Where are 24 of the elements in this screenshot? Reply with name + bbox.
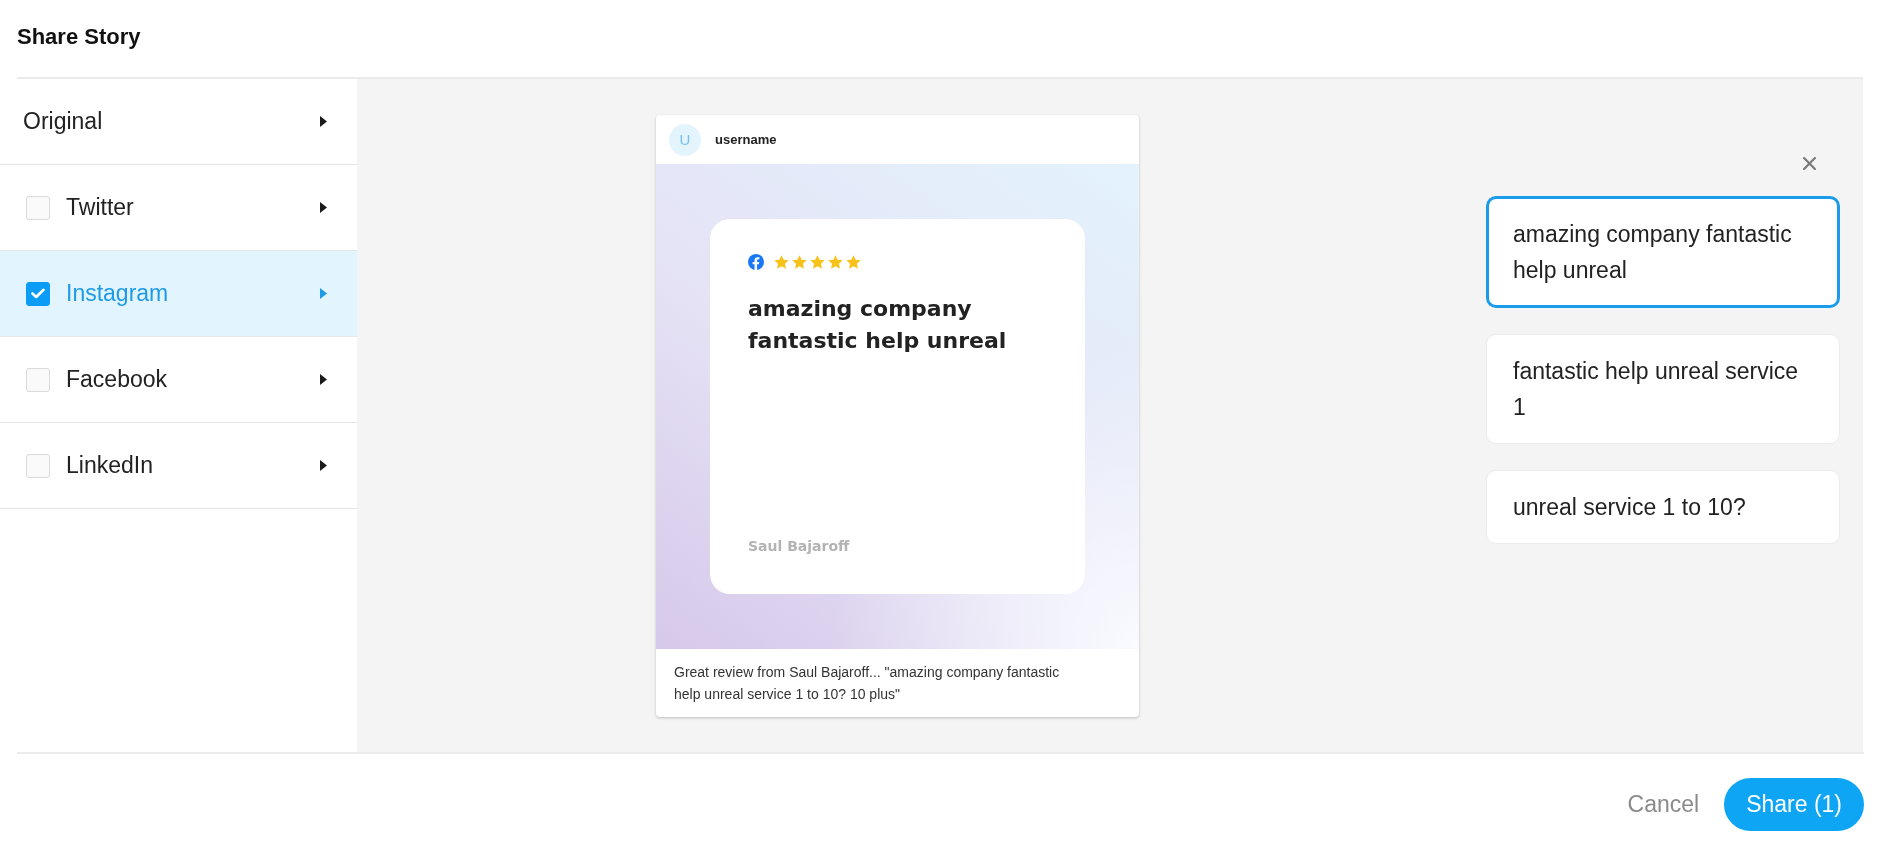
- caret-icon: [320, 460, 327, 471]
- check-icon: [31, 288, 45, 299]
- caret-icon: [320, 374, 327, 385]
- snippet-option[interactable]: fantastic help unreal service 1: [1486, 334, 1840, 444]
- star-icon: [774, 255, 789, 269]
- username: username: [715, 132, 777, 147]
- snippet-option[interactable]: unreal service 1 to 10?: [1486, 470, 1840, 544]
- avatar: U: [669, 123, 701, 156]
- caret-icon: [320, 288, 327, 299]
- caret-icon: [320, 116, 327, 127]
- snippet-option[interactable]: amazing company fantastic help unreal: [1486, 196, 1840, 308]
- facebook-icon: [748, 254, 764, 270]
- star-icon: [810, 255, 825, 269]
- caret-icon: [320, 202, 327, 213]
- dialog-title: Share Story: [17, 22, 141, 51]
- close-icon: [1803, 157, 1816, 170]
- star-icon: [828, 255, 843, 269]
- post-caption: Great review from Saul Bajaroff... "amazing company fantastic help unreal service 1 to 10? 10 plus": [673, 663, 1061, 704]
- star-icon: [792, 255, 807, 269]
- checkbox[interactable]: [26, 281, 50, 306]
- review-author: Saul Bajaroff: [748, 537, 851, 556]
- close-button[interactable]: [1803, 157, 1816, 170]
- review-quote: amazing company fantastic help unreal: [748, 295, 1008, 355]
- star-icon: [846, 255, 861, 269]
